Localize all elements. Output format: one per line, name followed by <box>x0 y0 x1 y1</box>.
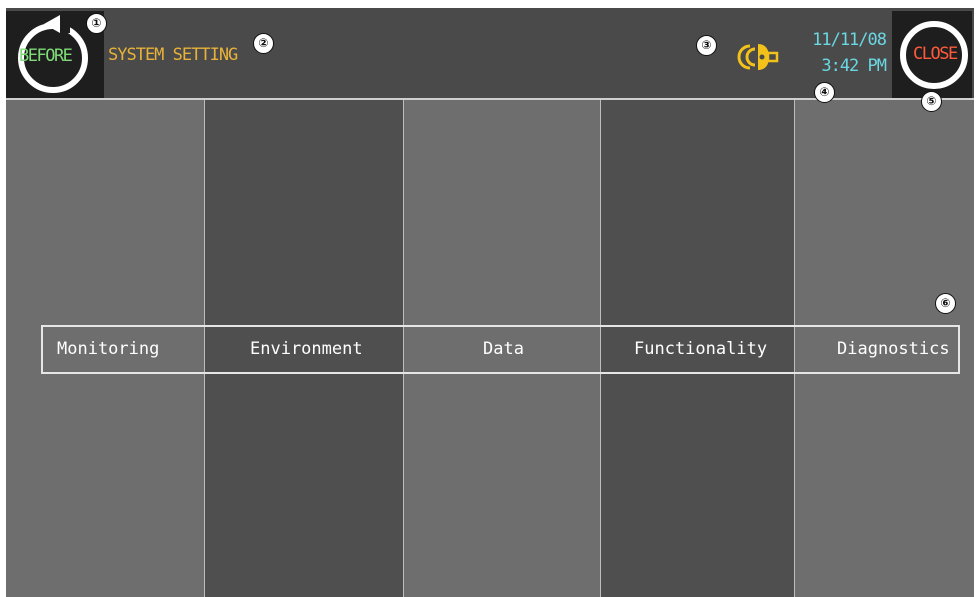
menu-item-data[interactable]: Data <box>483 327 524 372</box>
back-arrow-icon <box>44 15 60 33</box>
menu-item-environment[interactable]: Environment <box>250 327 363 372</box>
callout-6: ⑥ <box>935 293 956 314</box>
date-display: 11/11/08 <box>812 30 887 50</box>
time-display: 3:42 PM <box>821 56 887 76</box>
callout-1: ① <box>86 13 107 34</box>
menu-item-monitoring[interactable]: Monitoring <box>57 327 159 372</box>
menu-item-diagnostics[interactable]: Diagnostics <box>837 327 950 372</box>
callout-3: ③ <box>696 35 717 56</box>
close-button[interactable]: CLOSE <box>892 11 972 98</box>
callout-4: ④ <box>814 82 835 103</box>
before-button-label: BEFORE <box>19 46 73 66</box>
menu-bar: Monitoring Environment Data Functionalit… <box>41 325 960 374</box>
callout-2: ② <box>253 33 274 54</box>
page-title: SYSTEM SETTING <box>108 45 238 65</box>
menu-item-functionality[interactable]: Functionality <box>634 327 767 372</box>
alarm-bell-icon[interactable] <box>736 40 780 74</box>
close-button-label: CLOSE <box>913 44 958 64</box>
callout-5: ⑤ <box>921 91 942 112</box>
